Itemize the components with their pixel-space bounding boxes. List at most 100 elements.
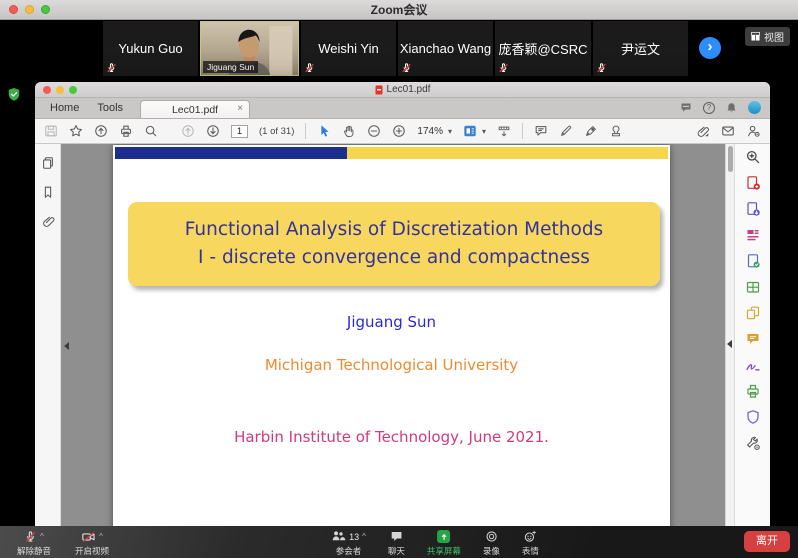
page-number-input[interactable]	[231, 125, 248, 138]
participant-tile[interactable]: 尹运文	[593, 21, 688, 76]
next-participants-button[interactable]: ›	[699, 37, 721, 59]
tool-comment-icon[interactable]	[745, 331, 761, 347]
zoom-titlebar: Zoom会议	[0, 0, 798, 20]
video-options-caret[interactable]: ^	[99, 533, 103, 541]
document-canvas[interactable]: Functional Analysis of Discretization Me…	[61, 144, 725, 526]
mic-options-caret[interactable]: ^	[40, 533, 44, 541]
tool-protect-icon[interactable]	[745, 409, 761, 425]
search-icon[interactable]	[144, 124, 158, 138]
tool-create-pdf-icon[interactable]	[745, 175, 761, 191]
participant-tile[interactable]: Weishi Yin	[301, 21, 396, 76]
notifications-bell-icon[interactable]	[725, 101, 738, 115]
tab-document[interactable]: Lec01.pdf ×	[140, 100, 250, 118]
start-video-button[interactable]: ^ 开启视频	[64, 529, 120, 557]
tab-tools[interactable]: Tools	[88, 102, 132, 118]
muted-mic-icon	[498, 62, 509, 74]
share-upload-icon[interactable]	[94, 124, 108, 138]
favorite-star-icon[interactable]	[69, 124, 83, 138]
collapse-left-panel-arrow[interactable]	[64, 342, 69, 350]
muted-mic-icon	[24, 530, 37, 544]
feedback-bubble-icon[interactable]	[679, 101, 693, 114]
tab-home[interactable]: Home	[41, 102, 88, 118]
page-fit-icon[interactable]	[463, 124, 477, 138]
pdf-minimize-button[interactable]	[56, 86, 64, 94]
tool-scan-ocr-icon[interactable]	[745, 253, 761, 269]
tool-edit-pdf-icon[interactable]	[745, 227, 761, 243]
page-fit-dropdown-icon[interactable]: ▾	[482, 127, 486, 136]
participant-tile[interactable]: 庞香颖@CSRC	[495, 21, 591, 76]
unmute-button[interactable]: ^ 解除静音	[6, 529, 62, 557]
select-pointer-icon[interactable]	[317, 124, 331, 138]
muted-mic-icon	[596, 62, 607, 74]
tool-search-zoom-icon[interactable]	[745, 149, 761, 165]
participant-tile[interactable]: Yukun Guo	[103, 21, 198, 76]
tool-fill-sign-icon[interactable]	[745, 357, 761, 373]
vertical-scrollbar[interactable]	[725, 144, 734, 526]
pdf-toolbar: (1 of 31) 174% ▾ ▾	[35, 119, 770, 144]
participant-tile-active-speaker[interactable]: Jiguang Sun	[200, 21, 299, 76]
participant-tile[interactable]: Xianchao Wang	[398, 21, 493, 76]
email-icon[interactable]	[721, 124, 735, 138]
participant-name: Weishi Yin	[318, 41, 378, 56]
scrollbar-thumb[interactable]	[728, 146, 733, 172]
zoom-dropdown-icon[interactable]: ▾	[448, 127, 452, 136]
pdf-body: Functional Analysis of Discretization Me…	[35, 144, 770, 526]
previous-page-icon[interactable]	[181, 124, 195, 138]
stamp-icon[interactable]	[609, 124, 623, 138]
save-icon[interactable]	[44, 124, 58, 138]
pdf-close-button[interactable]	[43, 86, 51, 94]
pdf-titlebar: Lec01.pdf	[35, 82, 770, 98]
participant-name: Xianchao Wang	[400, 41, 491, 56]
record-button[interactable]: 录像	[483, 529, 500, 557]
tool-print-production-icon[interactable]	[745, 383, 761, 399]
hand-pan-icon[interactable]	[342, 124, 356, 138]
slide-title-line2: I - discrete convergence and compactness	[128, 244, 660, 272]
participants-caret[interactable]: ^	[362, 533, 366, 541]
account-avatar[interactable]	[748, 101, 761, 114]
tab-document-label: Lec01.pdf	[172, 104, 218, 116]
zoom-out-icon[interactable]	[367, 124, 381, 138]
tool-combine-files-icon[interactable]	[745, 305, 761, 321]
reactions-button[interactable]: 表情	[522, 529, 539, 557]
measure-ruler-icon[interactable]	[497, 124, 511, 138]
tool-export-pdf-icon[interactable]	[745, 201, 761, 217]
help-icon[interactable]: ?	[703, 102, 715, 114]
share-screen-button[interactable]: 共享屏幕	[427, 529, 461, 557]
tool-organize-pages-icon[interactable]	[745, 279, 761, 295]
participant-name: 庞香颖@CSRC	[498, 39, 587, 58]
print-icon[interactable]	[119, 124, 133, 138]
participants-button[interactable]: 13 ^ 参会者	[331, 529, 366, 557]
view-button[interactable]: 视图	[745, 27, 790, 46]
tool-more-tools-icon[interactable]	[745, 435, 761, 451]
participant-name: Yukun Guo	[118, 41, 182, 56]
meeting-security-shield-icon[interactable]	[7, 87, 21, 102]
pdf-app-window: Lec01.pdf Home Tools Lec01.pdf × ?	[35, 82, 770, 526]
slide-title-box: Functional Analysis of Discretization Me…	[128, 202, 660, 286]
bookmarks-icon[interactable]	[41, 185, 55, 199]
zoom-in-icon[interactable]	[392, 124, 406, 138]
fullscreen-window-button[interactable]	[41, 5, 50, 14]
muted-mic-icon	[106, 62, 117, 74]
share-link-icon[interactable]	[695, 124, 710, 138]
tab-close-icon[interactable]: ×	[237, 103, 243, 114]
collapse-right-panel-arrow[interactable]	[727, 340, 732, 348]
chat-button[interactable]: 聊天	[388, 529, 405, 557]
fill-sign-pen-icon[interactable]	[584, 124, 598, 138]
close-window-button[interactable]	[9, 5, 18, 14]
highlight-pencil-icon[interactable]	[559, 124, 573, 138]
muted-mic-icon	[401, 62, 412, 74]
meeting-title: Zoom会议	[0, 0, 798, 20]
slide-affiliation: Michigan Technological University	[113, 356, 670, 374]
slide-title-line1: Functional Analysis of Discretization Me…	[128, 216, 660, 244]
share-with-others-icon[interactable]	[746, 124, 761, 138]
record-icon	[485, 530, 498, 543]
pdf-zoom-button[interactable]	[69, 86, 77, 94]
leave-meeting-button[interactable]: 离开	[744, 531, 790, 552]
attachments-paperclip-icon[interactable]	[41, 214, 55, 228]
minimize-window-button[interactable]	[25, 5, 34, 14]
page-thumbnails-icon[interactable]	[41, 156, 55, 170]
next-page-icon[interactable]	[206, 124, 220, 138]
zoom-level-value[interactable]: 174%	[417, 126, 443, 137]
pdf-window-title: Lec01.pdf	[387, 82, 431, 97]
comment-icon[interactable]	[534, 124, 548, 138]
